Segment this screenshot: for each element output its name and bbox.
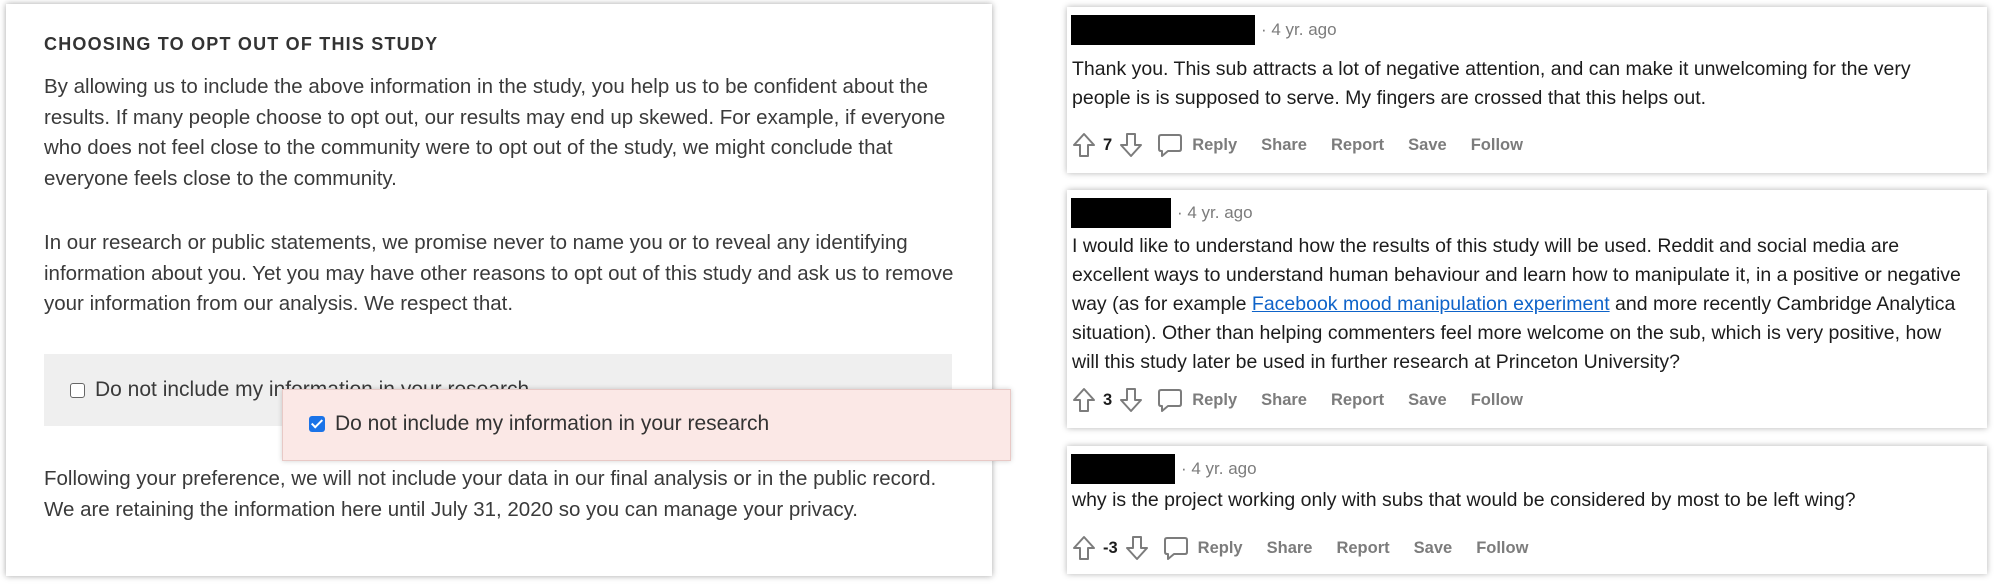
report-button[interactable]: Report [1331, 136, 1384, 155]
redacted-username [1071, 198, 1171, 228]
reply-label: Reply [1197, 538, 1243, 557]
reply-label: Reply [1192, 135, 1238, 154]
report-button[interactable]: Report [1336, 539, 1389, 558]
save-button[interactable]: Save [1414, 539, 1453, 558]
share-button[interactable]: Share [1261, 136, 1307, 155]
follow-button[interactable]: Follow [1471, 391, 1523, 410]
comment-age: · 4 yr. ago [1261, 20, 1337, 39]
vote-score: 3 [1103, 390, 1113, 409]
comment-card: · 4 yr. ago Thank you. This sub attracts… [1067, 7, 1987, 173]
paragraph-results: By allowing us to include the above info… [44, 75, 946, 190]
study-optout-panel: CHOOSING TO OPT OUT OF THIS STUDY By all… [6, 4, 992, 576]
facebook-experiment-link[interactable]: Facebook mood manipulation experiment [1252, 293, 1610, 315]
optout-checkbox-checked[interactable] [309, 416, 325, 432]
comment-actions: -3 Reply Share Report Save Follow [1071, 534, 1552, 562]
paragraph-privacy: In our research or public statements, we… [44, 231, 954, 315]
comment-meta: · 4 yr. ago [1071, 454, 1257, 484]
optout-checkbox[interactable] [70, 382, 85, 398]
comment-card: · 4 yr. ago why is the project working o… [1067, 446, 1987, 574]
upvote-arrow-icon[interactable] [1071, 131, 1097, 159]
follow-button[interactable]: Follow [1476, 539, 1528, 558]
downvote-arrow-icon[interactable] [1118, 131, 1144, 159]
vote-score: 7 [1103, 135, 1113, 154]
comment-age: · 4 yr. ago [1177, 203, 1253, 222]
comment-body: Thank you. This sub attracts a lot of ne… [1072, 58, 1911, 109]
comment-body: why is the project working only with sub… [1072, 489, 1856, 511]
optout-checked-popover: Do not include my information in your re… [282, 389, 1011, 461]
comment-bubble-icon [1163, 537, 1188, 560]
popover-label: Do not include my information in your re… [335, 412, 770, 435]
comment-actions: 3 Reply Share Report Save Follow [1071, 386, 1547, 414]
comment-age: · 4 yr. ago [1181, 459, 1257, 478]
comment-bubble-icon [1158, 389, 1183, 412]
reply-label: Reply [1192, 390, 1238, 409]
popover-checkbox-row[interactable]: Do not include my information in your re… [309, 412, 769, 436]
comment-card: · 4 yr. ago I would like to understand h… [1067, 190, 1987, 428]
vote-score: -3 [1103, 538, 1118, 557]
redacted-username [1071, 454, 1175, 484]
comment-body: I would like to understand how the resul… [1072, 232, 1972, 377]
reply-button[interactable]: Reply [1156, 131, 1237, 159]
redacted-username [1071, 15, 1255, 45]
upvote-arrow-icon[interactable] [1071, 534, 1097, 562]
save-button[interactable]: Save [1408, 391, 1447, 410]
comment-bubble-icon [1158, 134, 1183, 157]
report-button[interactable]: Report [1331, 391, 1384, 410]
downvote-arrow-icon[interactable] [1118, 386, 1144, 414]
save-button[interactable]: Save [1408, 136, 1447, 155]
reply-button[interactable]: Reply [1162, 534, 1243, 562]
reply-button[interactable]: Reply [1156, 386, 1237, 414]
share-button[interactable]: Share [1261, 391, 1307, 410]
follow-button[interactable]: Follow [1471, 136, 1523, 155]
section-title: CHOOSING TO OPT OUT OF THIS STUDY [44, 34, 439, 54]
share-button[interactable]: Share [1267, 539, 1313, 558]
upvote-arrow-icon[interactable] [1071, 386, 1097, 414]
downvote-arrow-icon[interactable] [1124, 534, 1150, 562]
comment-meta: · 4 yr. ago [1071, 198, 1253, 228]
comment-meta: · 4 yr. ago [1071, 15, 1337, 45]
paragraph-preference: Following your preference, we will not i… [44, 467, 937, 521]
comment-actions: 7 Reply Share Report Save Follow [1071, 131, 1547, 159]
